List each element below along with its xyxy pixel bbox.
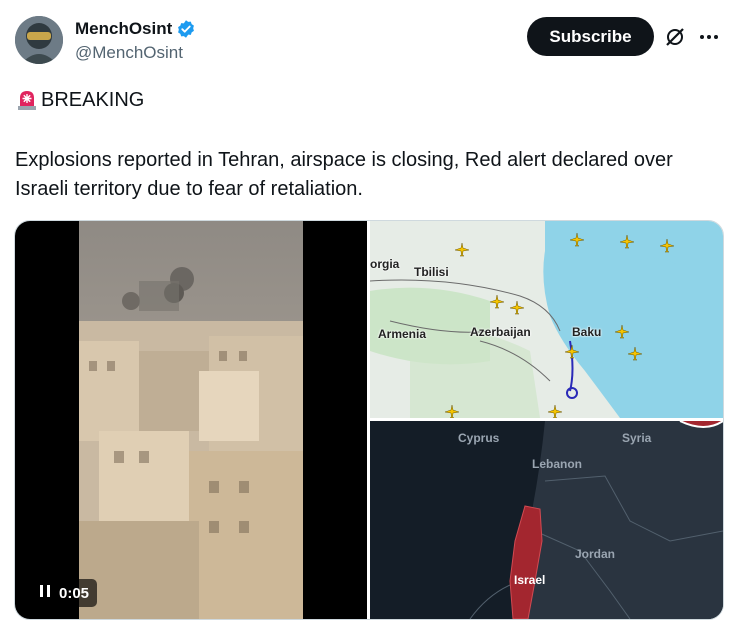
map-label-armenia: Armenia [378,327,427,341]
plane-icon[interactable] [445,405,459,418]
headline-text: BREAKING [41,88,145,111]
video-time: 0:05 [59,584,90,602]
media-grid: 0:05 orgia Tbilisi Armenia Azerbaijan Ba… [14,220,724,620]
map-label-cyprus: Cyprus [458,431,500,445]
map-label-jordan: Jordan [575,547,616,561]
author-handle[interactable]: @MenchOsint [75,42,196,64]
video-player[interactable]: 0:05 [15,221,367,619]
author-display-name[interactable]: MenchOsint [75,18,172,40]
map-label-tbilisi: Tbilisi [414,265,449,279]
post-body: Explosions reported in Tehran, airspace … [15,149,673,200]
plane-icon[interactable] [628,347,642,361]
breaking-headline: BREAKING [15,88,144,112]
rotating-light-icon [15,88,39,112]
tehran-video-frame [79,221,303,619]
map-label-azerbaijan: Azerbaijan [470,325,531,339]
verified-badge-icon[interactable] [176,19,196,39]
grok-icon[interactable] [664,26,686,48]
plane-icon[interactable] [620,235,634,249]
plane-icon[interactable] [660,239,674,253]
plane-icon[interactable] [455,243,469,257]
red-alert-map-image[interactable]: Cyprus Syria Lebanon Jordan Israel [370,421,723,619]
plane-icon[interactable] [490,295,504,309]
plane-icon[interactable] [510,301,524,315]
plane-icon[interactable] [570,233,584,247]
map-label-israel: Israel [514,573,546,587]
author-info: MenchOsint @MenchOsint [75,18,196,64]
map-label-georgia: orgia [370,257,400,271]
plane-icon[interactable] [565,345,579,359]
more-options-icon[interactable] [697,26,721,48]
map-label-lebanon: Lebanon [532,457,582,471]
flight-map-image[interactable]: orgia Tbilisi Armenia Azerbaijan Baku [370,221,723,418]
pause-icon[interactable] [39,584,51,602]
video-controls[interactable]: 0:05 [31,579,98,607]
plane-icon[interactable] [548,405,562,418]
plane-icon[interactable] [615,325,629,339]
red-alert-map-graphic [370,421,723,619]
avatar-image [15,16,63,64]
map-label-syria: Syria [622,431,652,445]
subscribe-button[interactable]: Subscribe [527,17,654,56]
avatar[interactable] [15,16,63,64]
map-label-baku: Baku [572,325,602,339]
